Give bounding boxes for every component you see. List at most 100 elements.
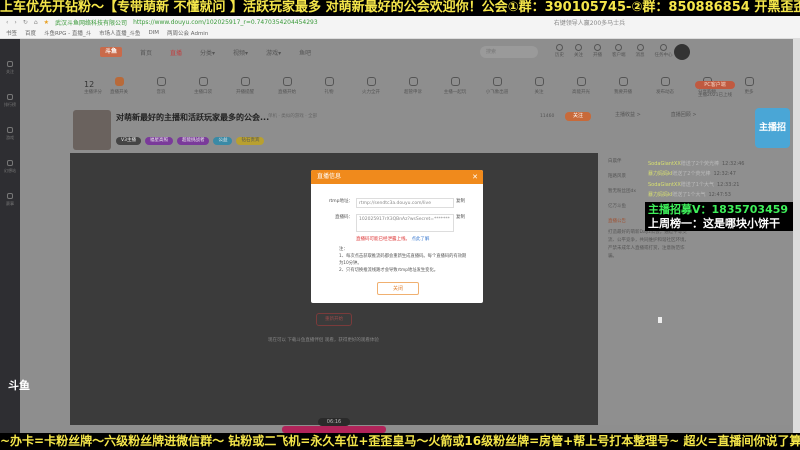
nav-home[interactable]: 首页 — [140, 48, 152, 57]
tag[interactable]: 钻石贵宾 — [236, 137, 265, 145]
rtmp-field[interactable]: rtmp://sendtc3a.douyu.com/live — [356, 198, 454, 208]
tool-gift[interactable]: 礼物 — [315, 77, 343, 95]
tool-appeal[interactable]: 超管申诉 — [399, 77, 427, 95]
bookmark[interactable]: DIM — [148, 30, 159, 36]
nav-category[interactable]: 分类▾ — [200, 48, 215, 57]
star-icon[interactable]: ★ — [44, 19, 49, 26]
bookmark[interactable]: 两周公会 Admin — [167, 29, 208, 37]
refresh-icon[interactable]: ↻ — [23, 19, 28, 26]
follow-button[interactable]: 关注 — [565, 112, 591, 121]
tool-reminder[interactable]: 开播提醒 — [231, 77, 259, 95]
tag[interactable]: 福星高照 — [144, 137, 173, 145]
room-meta[interactable]: 单机 · 类似的游戏 · 全部 — [268, 113, 317, 119]
tag[interactable]: 超能挑战者 — [176, 137, 210, 145]
nav-live[interactable]: 直播 — [170, 48, 182, 57]
more-icon — [744, 77, 754, 86]
main-nav: 斗鱼 首页 直播 分类▾ 视频▾ 游戏▾ 鱼吧 — [100, 40, 311, 64]
score-value: 12 主播评分 — [84, 80, 102, 95]
chat-message: 暴力妈妈kl赠送了1个大气 12:47:53 — [648, 192, 731, 198]
toggle-icon — [114, 77, 124, 86]
clipboard-icon — [450, 77, 460, 86]
nav-yuba[interactable]: 鱼吧 — [299, 48, 311, 57]
tool-post[interactable]: 发布动态 — [651, 77, 679, 95]
follow-button[interactable]: 关注 — [574, 44, 583, 58]
tool-live-switch[interactable]: 直播开关 — [105, 77, 133, 95]
tool-play-together[interactable]: 主播一起玩 — [441, 77, 469, 95]
douyu-logo[interactable]: 斗鱼 — [100, 47, 122, 57]
dialog-header: 直播信息 ✕ — [311, 170, 483, 184]
dialog-notes: 注： 1、每次点击获取推流码都会重新生成直播码。每个直播码的有效期为10分钟。 … — [339, 247, 467, 273]
tool-go-live[interactable]: 我要开播 — [609, 77, 637, 95]
tag[interactable]: 公益 — [213, 137, 233, 145]
tool-debut[interactable]: 小飞象出道 — [483, 77, 511, 95]
streamer-avatar[interactable] — [73, 110, 111, 150]
page-scrollbar[interactable] — [793, 39, 800, 433]
mascot-badge[interactable]: 主播招募 — [755, 108, 790, 173]
tool-pocket[interactable]: 主播口袋 — [189, 77, 217, 95]
messages-button[interactable]: 消息 — [636, 44, 645, 58]
users-icon — [534, 77, 544, 86]
history-button[interactable]: 历史 — [555, 44, 564, 58]
rank-name: 暂无粉丝团dx — [608, 189, 637, 194]
sidebar-item-rank[interactable]: 排行榜 — [0, 84, 20, 117]
douyu-watermark: 斗鱼 — [8, 379, 30, 392]
trophy-icon — [7, 192, 13, 199]
fire-icon — [366, 77, 376, 86]
search-input[interactable]: 搜索 — [480, 46, 538, 58]
learn-more-link[interactable]: 点此了解 — [411, 237, 429, 242]
browser-search[interactable]: 右键领导人赢200多马士兵 — [554, 18, 625, 27]
client-button[interactable]: 客户端 — [612, 44, 626, 58]
bookmark[interactable]: 书签 — [6, 29, 17, 37]
home-icon[interactable]: ⌂ — [34, 19, 38, 26]
copy-rtmp-button[interactable]: 复制 — [456, 198, 465, 204]
tag[interactable]: V3主播 — [116, 137, 141, 145]
stream-key-field[interactable]: 102025917rX3QBnAz?wsSecret=******* — [356, 214, 454, 232]
forward-icon[interactable]: › — [14, 19, 16, 26]
restart-button[interactable]: 重新开始 — [316, 313, 352, 326]
close-button[interactable]: 关闭 — [377, 282, 419, 295]
rank-name: 亿万斗鱼 — [608, 204, 626, 209]
gift-bar[interactable] — [282, 426, 386, 433]
tool-high-energy[interactable]: 高能开光 — [567, 77, 595, 95]
back-icon[interactable]: ‹ — [6, 19, 8, 26]
tasks-button[interactable]: 任务中心 — [655, 44, 673, 58]
tool-fire[interactable]: 火力全开 — [357, 77, 385, 95]
gauge-icon — [576, 77, 586, 86]
wave-icon — [156, 77, 166, 86]
tool-sound[interactable]: 音浪 — [147, 77, 175, 95]
nav-video[interactable]: 视频▾ — [233, 48, 248, 57]
streamer-income-button[interactable]: 主播收益 > — [615, 111, 641, 118]
bookmarks-bar: 书签 百度 斗鱼RPG - 直播_斗 市场人直播_斗鱼 DIM 两周公会 Adm… — [0, 28, 800, 39]
sidebar-item-game[interactable]: 游戏 — [0, 117, 20, 150]
sidebar-item-follow[interactable]: 关注 — [0, 51, 20, 84]
replay-button[interactable]: 直播回顾 > — [671, 111, 697, 118]
edit-icon — [660, 77, 670, 86]
chat-message: SodaGiantXX赠送了2个荧光棒 12:32:46 — [648, 161, 745, 167]
tool-more[interactable]: 更多 — [735, 77, 763, 95]
sidebar-item-events[interactable]: 赛事 — [0, 183, 20, 216]
bookmark[interactable]: 市场人直播_斗鱼 — [99, 29, 140, 37]
pocket-icon — [198, 77, 208, 86]
rank-icon — [7, 93, 13, 100]
close-icon[interactable]: ✕ — [472, 170, 478, 184]
tool-start[interactable]: 直播开始 — [273, 77, 301, 95]
address-bar[interactable]: https://www.douyu.com/102025917_r=0.7470… — [133, 19, 318, 26]
game-icon — [7, 126, 13, 133]
timer: 06:16 — [318, 418, 350, 426]
copy-key-button[interactable]: 复制 — [456, 214, 465, 220]
sidebar-item-fantasy[interactable]: 幻想站 — [0, 150, 20, 183]
user-avatar[interactable] — [674, 44, 690, 60]
dialog-title: 直播信息 — [317, 173, 342, 180]
follow-count: 11460 — [540, 114, 555, 119]
bell-icon — [636, 44, 644, 51]
top-fan-overlay: 上周榜一：这是哪块小饼干 — [645, 216, 800, 231]
tv-icon — [282, 77, 292, 86]
nav-game[interactable]: 游戏▾ — [266, 48, 281, 57]
rtmp-label: rtmp地址： — [328, 199, 353, 204]
broadcast-button[interactable]: 开播 — [593, 44, 602, 58]
tool-friends[interactable]: 关注 — [525, 77, 553, 95]
bookmark[interactable]: 百度 — [25, 29, 36, 37]
pc-client-button[interactable]: PC客户端 — [695, 81, 735, 89]
location-icon — [660, 44, 667, 51]
bookmark[interactable]: 斗鱼RPG - 直播_斗 — [44, 29, 91, 37]
